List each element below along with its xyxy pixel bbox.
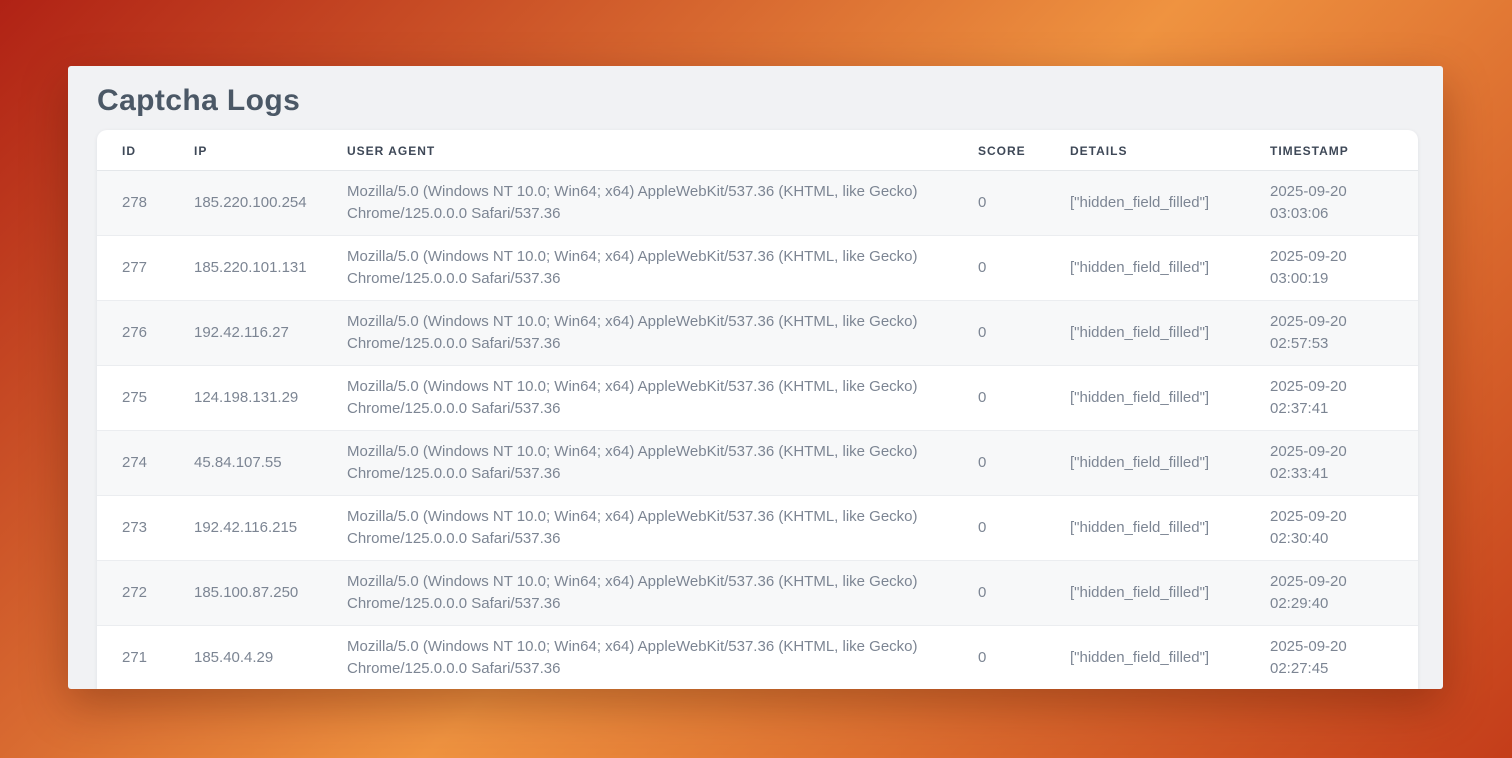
column-header-details: DETAILS bbox=[1070, 130, 1270, 171]
cell-score: 0 bbox=[978, 301, 1070, 366]
cell-id: 275 bbox=[97, 366, 194, 431]
cell-timestamp: 2025-09-20 03:00:19 bbox=[1270, 236, 1418, 301]
cell-user-agent: Mozilla/5.0 (Windows NT 10.0; Win64; x64… bbox=[347, 626, 978, 690]
cell-timestamp: 2025-09-20 02:57:53 bbox=[1270, 301, 1418, 366]
cell-user-agent: Mozilla/5.0 (Windows NT 10.0; Win64; x64… bbox=[347, 496, 978, 561]
cell-details: ["hidden_field_filled"] bbox=[1070, 366, 1270, 431]
timestamp-time: 02:29:40 bbox=[1270, 593, 1402, 615]
timestamp-date: 2025-09-20 bbox=[1270, 441, 1402, 463]
timestamp-date: 2025-09-20 bbox=[1270, 246, 1402, 268]
column-header-timestamp: TIMESTAMP bbox=[1270, 130, 1418, 171]
cell-ip: 185.100.87.250 bbox=[194, 561, 347, 626]
timestamp-time: 02:57:53 bbox=[1270, 333, 1402, 355]
cell-id: 276 bbox=[97, 301, 194, 366]
timestamp-time: 02:37:41 bbox=[1270, 398, 1402, 420]
cell-timestamp: 2025-09-20 02:37:41 bbox=[1270, 366, 1418, 431]
cell-timestamp: 2025-09-20 02:27:45 bbox=[1270, 626, 1418, 690]
cell-ip: 192.42.116.215 bbox=[194, 496, 347, 561]
table-body: 278 185.220.100.254 Mozilla/5.0 (Windows… bbox=[97, 171, 1418, 690]
cell-id: 277 bbox=[97, 236, 194, 301]
timestamp-time: 02:30:40 bbox=[1270, 528, 1402, 550]
timestamp-date: 2025-09-20 bbox=[1270, 376, 1402, 398]
cell-user-agent: Mozilla/5.0 (Windows NT 10.0; Win64; x64… bbox=[347, 431, 978, 496]
table-row: 271 185.40.4.29 Mozilla/5.0 (Windows NT … bbox=[97, 626, 1418, 690]
table-header: IDIPUSER AGENTSCOREDETAILSTIMESTAMP bbox=[97, 130, 1418, 171]
timestamp-time: 02:27:45 bbox=[1270, 658, 1402, 680]
table-panel: IDIPUSER AGENTSCOREDETAILSTIMESTAMP 278 … bbox=[97, 130, 1418, 689]
table-row: 272 185.100.87.250 Mozilla/5.0 (Windows … bbox=[97, 561, 1418, 626]
cell-score: 0 bbox=[978, 171, 1070, 236]
table-row: 277 185.220.101.131 Mozilla/5.0 (Windows… bbox=[97, 236, 1418, 301]
cell-timestamp: 2025-09-20 02:30:40 bbox=[1270, 496, 1418, 561]
cell-score: 0 bbox=[978, 496, 1070, 561]
cell-details: ["hidden_field_filled"] bbox=[1070, 301, 1270, 366]
cell-id: 273 bbox=[97, 496, 194, 561]
table-row: 275 124.198.131.29 Mozilla/5.0 (Windows … bbox=[97, 366, 1418, 431]
cell-timestamp: 2025-09-20 03:03:06 bbox=[1270, 171, 1418, 236]
table-row: 274 45.84.107.55 Mozilla/5.0 (Windows NT… bbox=[97, 431, 1418, 496]
timestamp-date: 2025-09-20 bbox=[1270, 571, 1402, 593]
cell-score: 0 bbox=[978, 366, 1070, 431]
cell-details: ["hidden_field_filled"] bbox=[1070, 561, 1270, 626]
cell-score: 0 bbox=[978, 626, 1070, 690]
cell-ip: 124.198.131.29 bbox=[194, 366, 347, 431]
cell-details: ["hidden_field_filled"] bbox=[1070, 171, 1270, 236]
cell-score: 0 bbox=[978, 236, 1070, 301]
cell-id: 271 bbox=[97, 626, 194, 690]
cell-details: ["hidden_field_filled"] bbox=[1070, 431, 1270, 496]
cell-timestamp: 2025-09-20 02:33:41 bbox=[1270, 431, 1418, 496]
cell-ip: 185.40.4.29 bbox=[194, 626, 347, 690]
column-header-ua: USER AGENT bbox=[347, 130, 978, 171]
timestamp-date: 2025-09-20 bbox=[1270, 311, 1402, 333]
table-row: 278 185.220.100.254 Mozilla/5.0 (Windows… bbox=[97, 171, 1418, 236]
cell-details: ["hidden_field_filled"] bbox=[1070, 626, 1270, 690]
captcha-logs-card: Captcha Logs IDIPUSER AGENTSCOREDETAILST… bbox=[68, 66, 1443, 689]
table-row: 276 192.42.116.27 Mozilla/5.0 (Windows N… bbox=[97, 301, 1418, 366]
timestamp-date: 2025-09-20 bbox=[1270, 181, 1402, 203]
timestamp-time: 03:00:19 bbox=[1270, 268, 1402, 290]
timestamp-time: 03:03:06 bbox=[1270, 203, 1402, 225]
timestamp-date: 2025-09-20 bbox=[1270, 506, 1402, 528]
table-row: 273 192.42.116.215 Mozilla/5.0 (Windows … bbox=[97, 496, 1418, 561]
cell-id: 278 bbox=[97, 171, 194, 236]
cell-ip: 192.42.116.27 bbox=[194, 301, 347, 366]
captcha-logs-table: IDIPUSER AGENTSCOREDETAILSTIMESTAMP 278 … bbox=[97, 130, 1418, 689]
cell-details: ["hidden_field_filled"] bbox=[1070, 496, 1270, 561]
cell-user-agent: Mozilla/5.0 (Windows NT 10.0; Win64; x64… bbox=[347, 561, 978, 626]
cell-user-agent: Mozilla/5.0 (Windows NT 10.0; Win64; x64… bbox=[347, 236, 978, 301]
cell-details: ["hidden_field_filled"] bbox=[1070, 236, 1270, 301]
cell-user-agent: Mozilla/5.0 (Windows NT 10.0; Win64; x64… bbox=[347, 171, 978, 236]
cell-ip: 185.220.100.254 bbox=[194, 171, 347, 236]
column-header-id: ID bbox=[97, 130, 194, 171]
cell-user-agent: Mozilla/5.0 (Windows NT 10.0; Win64; x64… bbox=[347, 366, 978, 431]
column-header-score: SCORE bbox=[978, 130, 1070, 171]
cell-timestamp: 2025-09-20 02:29:40 bbox=[1270, 561, 1418, 626]
cell-id: 274 bbox=[97, 431, 194, 496]
cell-user-agent: Mozilla/5.0 (Windows NT 10.0; Win64; x64… bbox=[347, 301, 978, 366]
cell-score: 0 bbox=[978, 431, 1070, 496]
column-header-ip: IP bbox=[194, 130, 347, 171]
cell-id: 272 bbox=[97, 561, 194, 626]
cell-ip: 185.220.101.131 bbox=[194, 236, 347, 301]
page-title: Captcha Logs bbox=[68, 66, 1443, 117]
desktop-background: Captcha Logs IDIPUSER AGENTSCOREDETAILST… bbox=[0, 0, 1512, 758]
timestamp-time: 02:33:41 bbox=[1270, 463, 1402, 485]
timestamp-date: 2025-09-20 bbox=[1270, 636, 1402, 658]
cell-ip: 45.84.107.55 bbox=[194, 431, 347, 496]
cell-score: 0 bbox=[978, 561, 1070, 626]
table-header-row: IDIPUSER AGENTSCOREDETAILSTIMESTAMP bbox=[97, 130, 1418, 171]
